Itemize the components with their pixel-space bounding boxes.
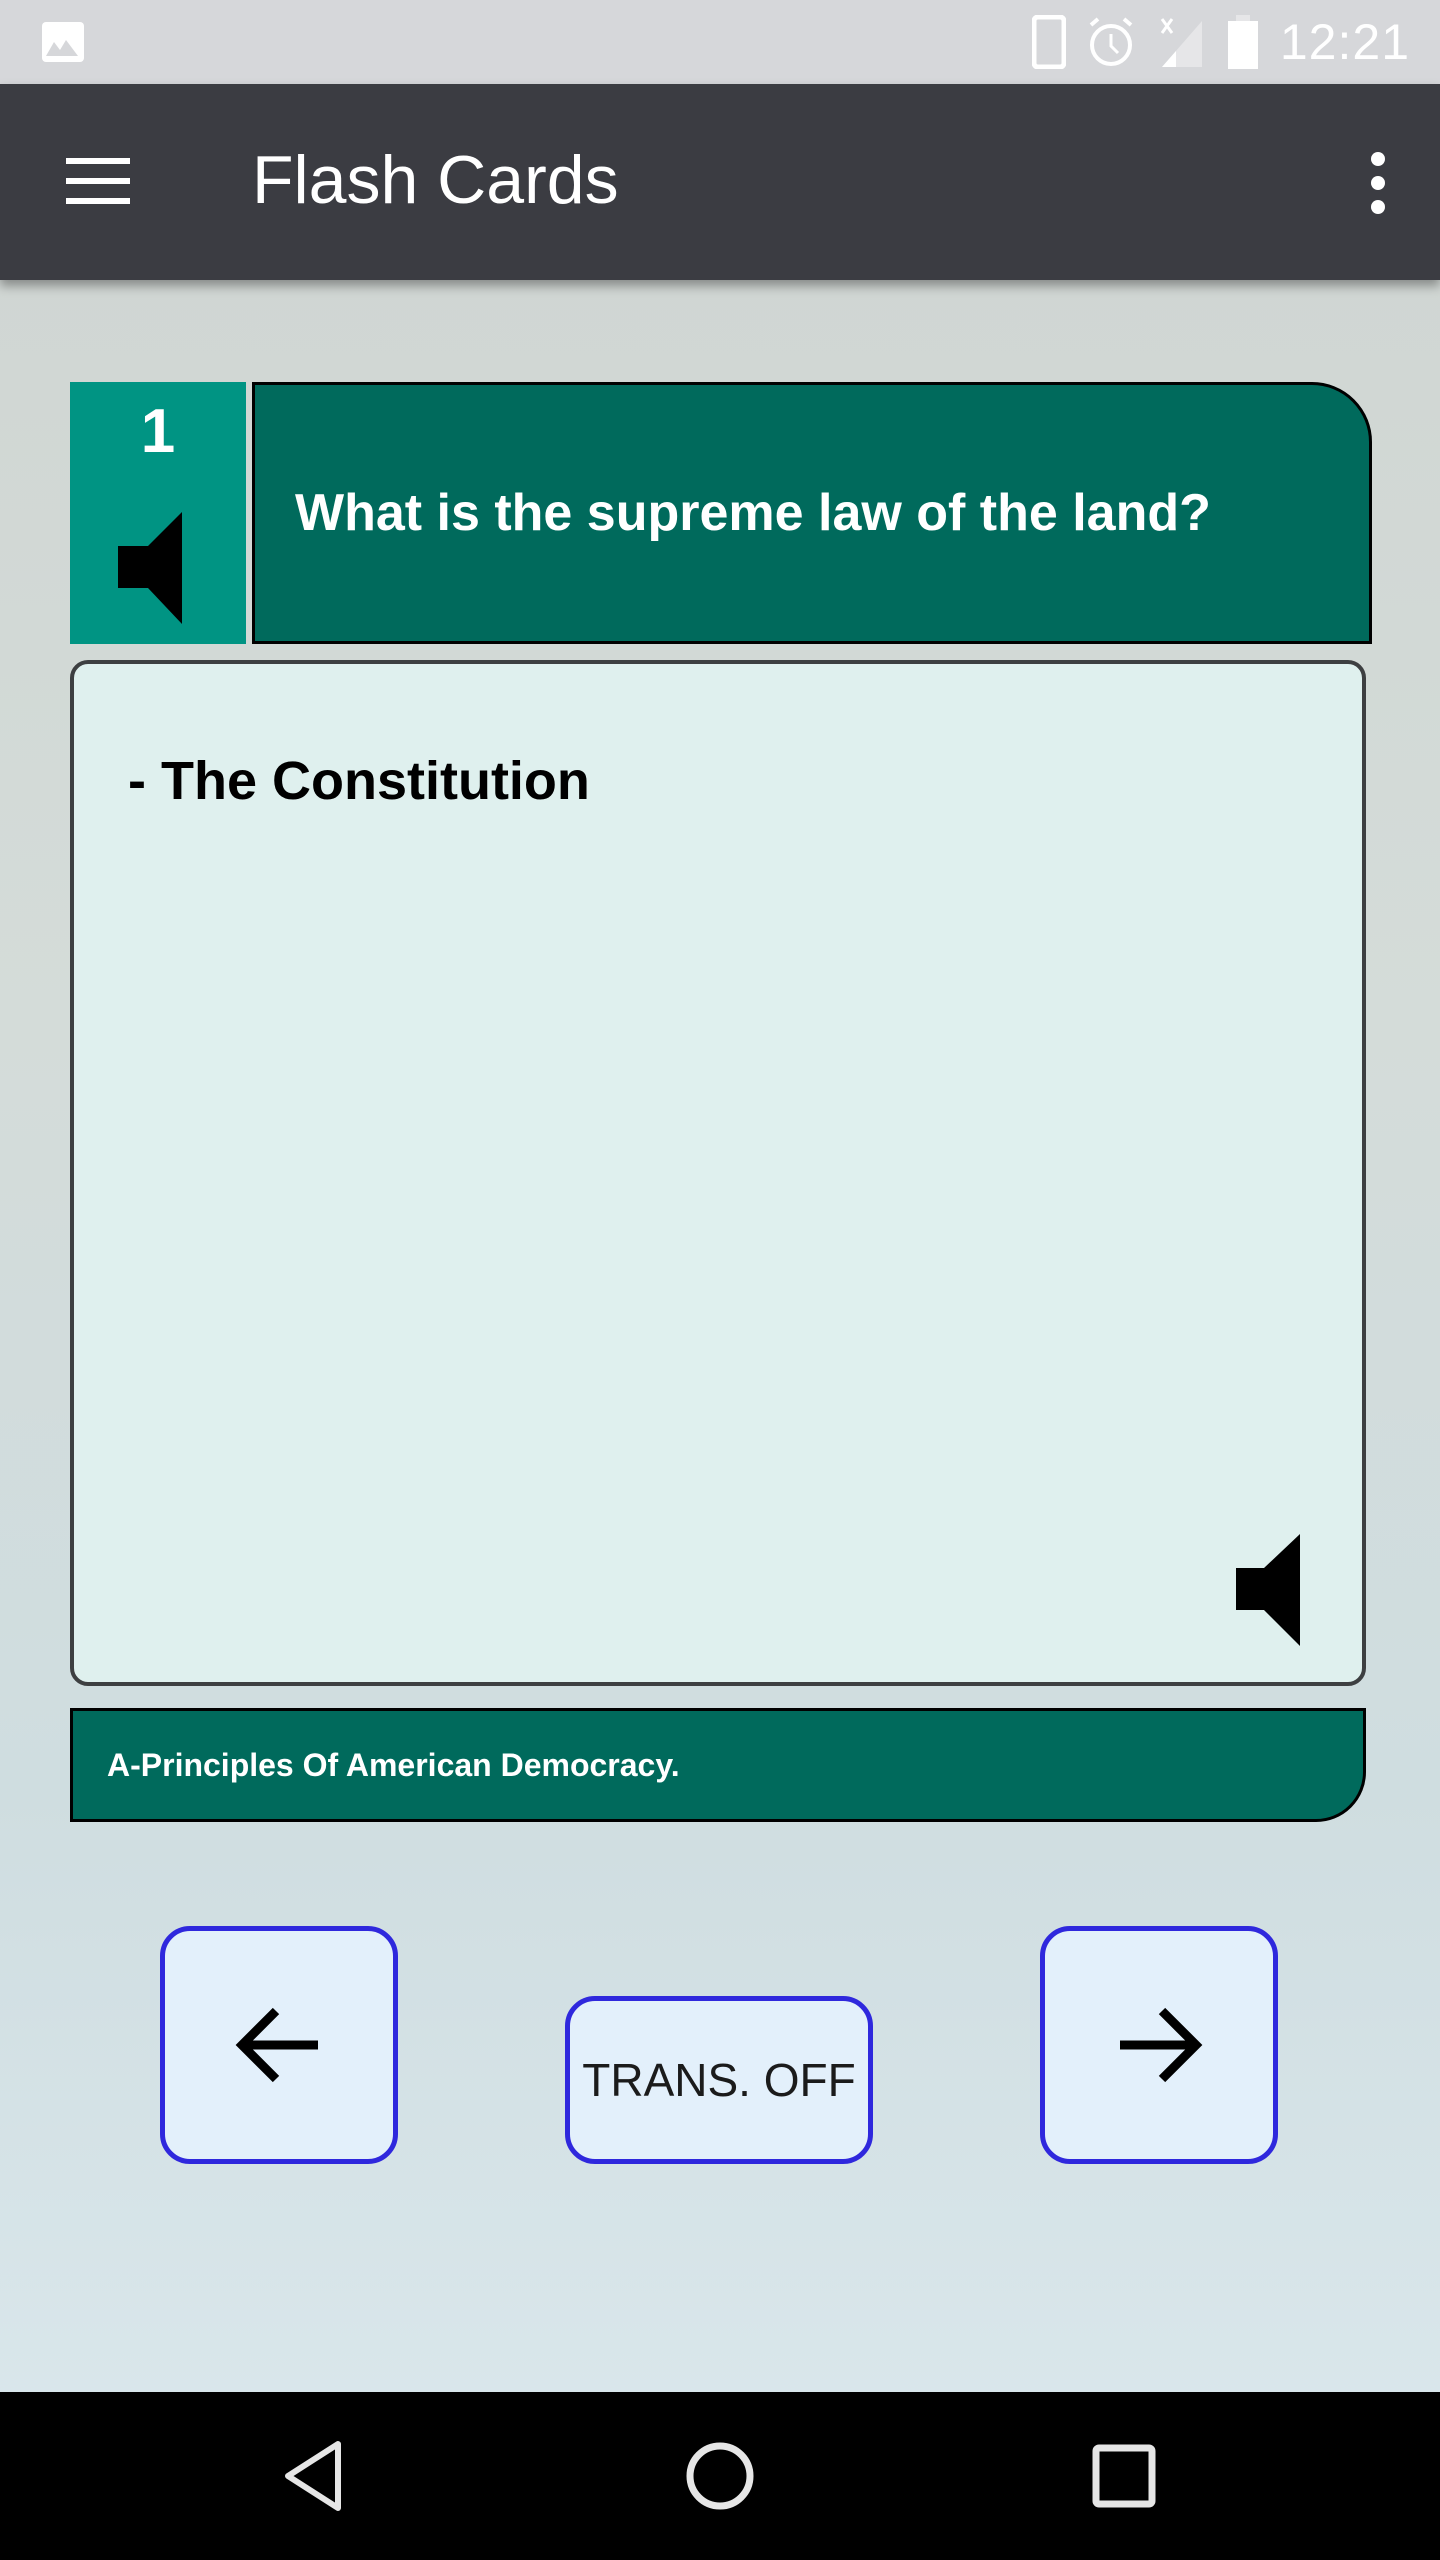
category-text: A-Principles Of American Democracy. — [107, 1746, 680, 1783]
answer-text: - The Constitution — [128, 751, 590, 811]
app-title: Flash Cards — [252, 142, 619, 218]
no-signal-icon — [1160, 18, 1202, 67]
answer-card[interactable]: - The Constitution — [70, 660, 1366, 1686]
next-card-button[interactable] — [1040, 1926, 1278, 2164]
recents-icon[interactable] — [1084, 2436, 1164, 2516]
system-navigation-bar — [0, 2392, 1440, 2560]
home-icon[interactable] — [680, 2436, 760, 2516]
question-speaker-icon[interactable] — [118, 512, 182, 624]
app-bar: Flash Cards — [0, 84, 1440, 280]
hamburger-menu-icon[interactable] — [58, 150, 138, 214]
category-bar: A-Principles Of American Democracy. — [70, 1708, 1366, 1822]
translation-toggle-button[interactable]: TRANS. OFF — [565, 1996, 873, 2164]
battery-icon — [1227, 15, 1258, 69]
question-text: What is the supreme law of the land? — [295, 484, 1211, 542]
arrow-right-icon — [1120, 2007, 1203, 2083]
phone-vibrate-icon — [1031, 15, 1066, 69]
card-number-box: 1 — [70, 382, 246, 644]
card-number: 1 — [140, 397, 176, 466]
arrow-left-icon — [235, 2007, 318, 2083]
previous-card-button[interactable] — [160, 1926, 398, 2164]
back-icon[interactable] — [278, 2436, 358, 2516]
answer-speaker-icon[interactable] — [1236, 1534, 1300, 1646]
more-vert-icon[interactable] — [1356, 144, 1400, 224]
alarm-icon — [1089, 17, 1133, 66]
status-time: 12:21 — [1279, 14, 1410, 70]
status-bar: 12:21 — [0, 0, 1440, 84]
image-notification-icon — [42, 22, 84, 62]
status-icons: 12:21 — [1031, 0, 1410, 84]
question-card: What is the supreme law of the land? — [252, 382, 1372, 644]
